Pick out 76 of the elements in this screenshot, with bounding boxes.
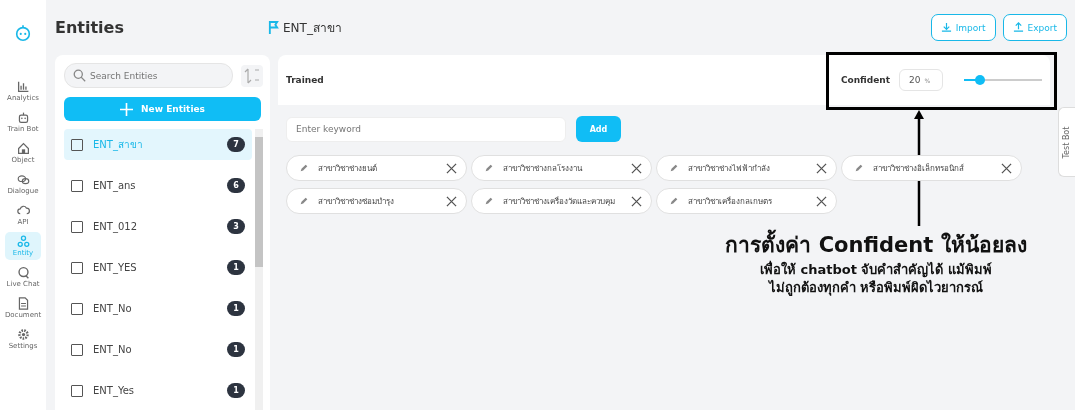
search-field[interactable]: Search Entities <box>64 63 233 88</box>
checkbox[interactable] <box>71 220 83 233</box>
entity-name: ENT_YES <box>93 262 138 273</box>
list-row[interactable]: ENT_012 3 <box>64 211 252 242</box>
pencil-icon[interactable] <box>669 196 679 206</box>
checkbox[interactable] <box>71 138 83 151</box>
nodes-icon <box>16 235 30 248</box>
count-badge: 1 <box>227 260 245 275</box>
checkbox[interactable] <box>71 179 83 192</box>
entity-title: ENT_สาขา <box>283 20 342 37</box>
close-icon[interactable] <box>446 162 457 174</box>
keyword-text: สาขาวิชาช่างซ่อมบำรุง <box>318 195 395 208</box>
confident-label: Confident <box>840 75 890 85</box>
close-icon[interactable] <box>446 195 457 207</box>
keyword-text: สาขาวิชาช่างกลโรงงาน <box>503 162 584 175</box>
count-badge: 1 <box>227 301 245 316</box>
cloud-icon <box>16 204 30 217</box>
checkbox[interactable] <box>71 384 83 397</box>
search-icon <box>73 69 86 82</box>
annotation-text: ไม่ถูกต้องทุกคำ หรือพิมพ์ผิดไวยากรณ์ <box>768 278 984 297</box>
download-icon <box>940 22 952 33</box>
keyword-field[interactable]: Enter keyword <box>286 116 566 142</box>
search-input[interactable]: Search Entities <box>88 69 212 82</box>
checkbox[interactable] <box>71 302 83 315</box>
close-icon[interactable] <box>631 195 642 207</box>
test-bot-tab[interactable]: Test Bot <box>1058 107 1075 177</box>
status-label: Trained <box>286 75 325 85</box>
keyword-text: สาขาวิชาช่างอิเล็กทรอนิกส์ <box>873 162 965 175</box>
chat-icon <box>16 173 30 186</box>
bar-chart-icon <box>16 80 30 93</box>
count-badge: 7 <box>227 137 245 152</box>
house-icon <box>16 142 30 155</box>
checkbox[interactable] <box>71 343 83 356</box>
plus-icon <box>120 102 134 116</box>
robot-icon <box>16 111 30 124</box>
scrollbar[interactable] <box>255 129 263 410</box>
entity-name: ENT_No <box>93 303 133 314</box>
close-icon[interactable] <box>816 195 827 207</box>
entity-name: ENT_No <box>93 344 133 355</box>
count-badge: 6 <box>227 178 245 193</box>
flag-icon <box>268 20 279 35</box>
close-icon[interactable] <box>1001 162 1012 174</box>
annotation-text: เพื่อให้ chatbot จับคำสำคัญได้ แม้พิมพ์ <box>760 261 992 279</box>
list-row[interactable]: ENT_ans 6 <box>64 170 252 201</box>
checkbox[interactable] <box>71 261 83 274</box>
entity-name: ENT_สาขา <box>93 138 144 152</box>
count-badge: 1 <box>227 342 245 357</box>
close-icon[interactable] <box>631 162 642 174</box>
pencil-icon[interactable] <box>484 196 494 206</box>
list-row[interactable]: ENT_YES 1 <box>64 252 252 283</box>
chat-bubble-icon <box>16 266 30 279</box>
entity-name: ENT_Yes <box>93 385 136 396</box>
pencil-icon[interactable] <box>669 163 679 173</box>
document-icon <box>16 297 30 310</box>
entity-name: ENT_ans <box>93 180 137 191</box>
entities-title: Entities <box>55 18 125 37</box>
settings-icon <box>16 328 30 341</box>
pencil-icon[interactable] <box>299 196 309 206</box>
annotation-heading: การตั้งค่า Confident ให้น้อยลง <box>725 228 1027 261</box>
keyword-text: สาขาวิชาช่างเครื่องวัดและควบคุม <box>503 195 616 208</box>
entity-name: ENT_012 <box>93 221 138 232</box>
pencil-icon[interactable] <box>854 163 864 173</box>
keyword-text: สาขาวิชาเครื่องกลเกษตร <box>688 195 773 208</box>
list-row[interactable]: ENT_No 1 <box>64 334 252 365</box>
upload-icon <box>1012 22 1024 33</box>
close-icon[interactable] <box>816 162 827 174</box>
pencil-icon[interactable] <box>484 163 494 173</box>
pencil-icon[interactable] <box>299 163 309 173</box>
list-row[interactable]: ENT_Yes 1 <box>64 375 252 406</box>
count-badge: 3 <box>227 219 245 234</box>
keyword-text: สาขาวิชาช่างไฟฟ้ากำลัง <box>688 162 771 175</box>
list-row[interactable]: ENT_สาขา 7 <box>64 129 252 160</box>
list-row[interactable]: ENT_No 1 <box>64 293 252 324</box>
keyword-text: สาขาวิชาช่างยนต์ <box>318 162 378 175</box>
count-badge: 1 <box>227 383 245 398</box>
bot-logo-icon <box>14 24 32 42</box>
